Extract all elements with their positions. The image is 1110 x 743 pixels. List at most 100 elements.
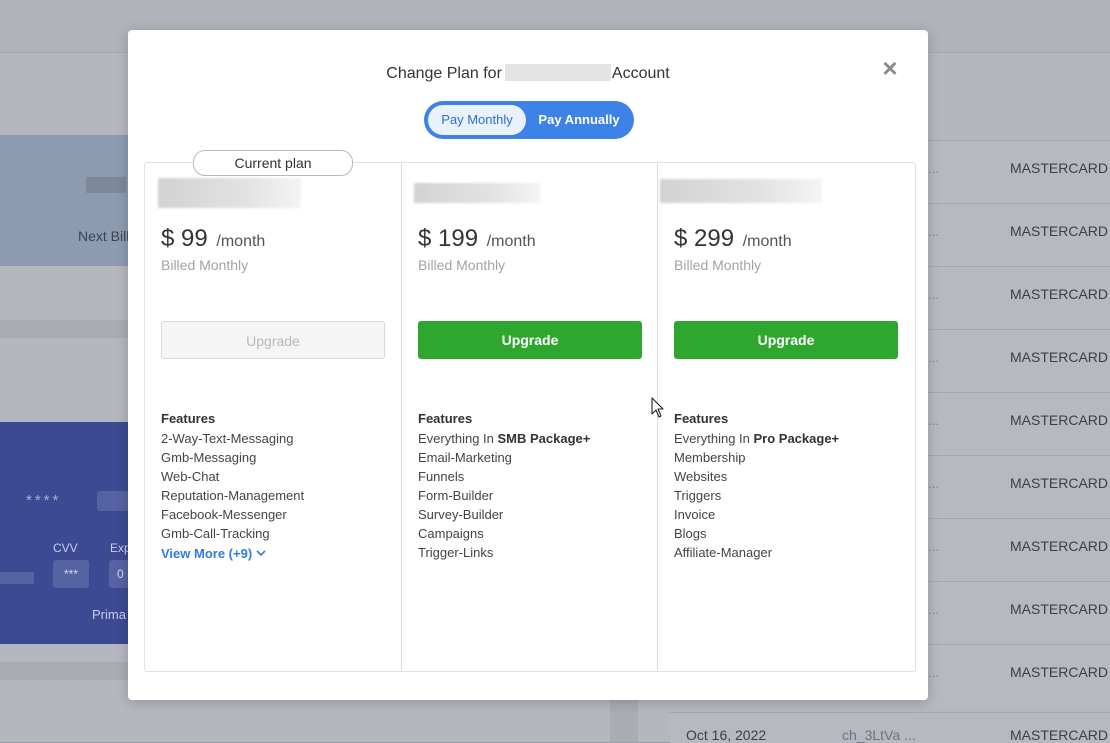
features-heading: Features [161, 411, 216, 426]
redacted-plan-name [414, 183, 540, 203]
card-number-mask: **** [26, 492, 62, 509]
upgrade-button-disabled: Upgrade [161, 321, 385, 359]
feature-item: Membership [674, 450, 746, 465]
billing-note: Billed Monthly [418, 257, 506, 273]
table-row: ... MASTERCARD • [928, 392, 1110, 455]
features-list: Features Everything In Pro Package+ Memb… [674, 409, 839, 562]
modal-title-suffix: Account [611, 65, 670, 82]
background-divider [0, 320, 140, 338]
row-payment-method: MASTERCARD • [1010, 475, 1110, 491]
current-plan-badge: Current plan [193, 150, 353, 176]
row-ellipsis: ... [928, 350, 939, 365]
plan-card-2: $ 199 /month Billed Monthly Upgrade Feat… [401, 163, 658, 671]
plan-card-3: $ 299 /month Billed Monthly Upgrade Feat… [657, 163, 916, 671]
table-row: ... MASTERCARD • [928, 203, 1110, 266]
feature-item: Email-Marketing [418, 450, 512, 465]
plan-price: $ 99 /month [161, 225, 265, 253]
card-field [0, 572, 34, 584]
row-payment-method: MASTERCARD • [1010, 223, 1110, 239]
row-payment-method: MASTERCARD • [1010, 412, 1110, 428]
features-heading: Features [418, 411, 473, 426]
background-transactions-table: ... MASTERCARD • ... MASTERCARD • ... MASTE… [928, 140, 1110, 742]
feature-item: Form-Builder [418, 488, 494, 503]
plan-price: $ 299 /month [674, 225, 792, 253]
row-payment-method: MASTERCARD • [1010, 601, 1110, 617]
billing-note: Billed Monthly [161, 257, 249, 273]
table-row: ... MASTERCARD • [928, 644, 1110, 707]
features-list: Features 2-Way-Text-Messaging Gmb-Messag… [161, 409, 304, 563]
row-payment-method: MASTERCARD • [1010, 160, 1110, 176]
chevron-down-icon [256, 550, 266, 557]
row-ellipsis: ... [928, 539, 939, 554]
pay-annually-option[interactable]: Pay Annually [532, 105, 626, 135]
feature-item: Campaigns [418, 526, 484, 541]
background-subscription-card: Next Bill [0, 135, 140, 266]
table-row: ... MASTERCARD • [928, 140, 1110, 203]
table-row: ... MASTERCARD • [928, 518, 1110, 581]
feature-item: 2-Way-Text-Messaging [161, 431, 294, 446]
cvv-label: CVV [53, 541, 78, 555]
close-icon[interactable]: × [878, 55, 902, 81]
row-charge-id: ch_3LtVa ... [842, 727, 916, 743]
feature-intro-prefix: Everything In [418, 431, 494, 446]
redacted-plan-name [158, 178, 301, 208]
change-plan-modal: Change Plan for Account × Pay Monthly Pay… [128, 30, 928, 700]
price-period: /month [486, 233, 536, 250]
feature-item: Trigger-Links [418, 545, 494, 560]
feature-item: Facebook-Messenger [161, 507, 287, 522]
modal-title-prefix: Change Plan for [386, 65, 502, 82]
table-row: ... MASTERCARD • [928, 266, 1110, 329]
row-ellipsis: ... [928, 161, 939, 176]
upgrade-button[interactable]: Upgrade [674, 321, 898, 359]
feature-item: Websites [674, 469, 728, 484]
feature-intro: Everything In Pro Package+ [674, 429, 839, 448]
redacted-account-name [504, 64, 611, 81]
row-ellipsis: ... [928, 224, 939, 239]
mouse-cursor-icon [651, 397, 664, 418]
plan-price: $ 199 /month [418, 225, 536, 253]
modal-title: Change Plan for Account [128, 64, 928, 83]
view-more-link[interactable]: View More (+9) [161, 544, 266, 563]
row-ellipsis: ... [928, 413, 939, 428]
feature-item: Reputation-Management [161, 488, 305, 503]
table-row: Oct 16, 2022 ch_3LtVa ... MASTERCARD • [670, 712, 1110, 743]
billing-note: Billed Monthly [674, 257, 762, 273]
background-divider [0, 662, 140, 680]
feature-item: Blogs [674, 526, 707, 541]
feature-item: Gmb-Messaging [161, 450, 257, 465]
feature-item: Survey-Builder [418, 507, 504, 522]
table-row: ... MASTERCARD • [928, 329, 1110, 392]
price-period: /month [742, 233, 792, 250]
feature-item: Gmb-Call-Tracking [161, 526, 270, 541]
feature-intro: Everything In SMB Package+ [418, 429, 590, 448]
plan-card-1: Current plan $ 99 /month Billed Monthly … [145, 150, 401, 671]
row-ellipsis: ... [928, 602, 939, 617]
row-ellipsis: ... [928, 287, 939, 302]
price-amount: $ 299 [674, 225, 735, 252]
redacted-block [86, 177, 126, 193]
view-more-label: View More (+9) [161, 546, 253, 561]
plans-grid: Current plan $ 99 /month Billed Monthly … [144, 150, 916, 672]
features-list: Features Everything In SMB Package+ Emai… [418, 409, 590, 562]
table-row: ... MASTERCARD • [928, 581, 1110, 644]
row-ellipsis: ... [928, 665, 939, 680]
features-heading: Features [674, 411, 729, 426]
feature-intro-prefix: Everything In [674, 431, 750, 446]
feature-item: Triggers [674, 488, 722, 503]
cvv-field: *** [53, 560, 89, 588]
row-payment-method: MASTERCARD • [1010, 349, 1110, 365]
upgrade-button[interactable]: Upgrade [418, 321, 642, 359]
row-payment-method: MASTERCARD • [1010, 727, 1110, 743]
row-date: Oct 16, 2022 [686, 727, 767, 743]
row-ellipsis: ... [928, 476, 939, 491]
next-billing-label: Next Bill [78, 228, 130, 244]
background-column [610, 700, 638, 742]
row-payment-method: MASTERCARD • [1010, 538, 1110, 554]
primary-label: Prima [92, 607, 126, 622]
background-payment-card: **** CVV Exp *** 0 Prima [0, 422, 140, 644]
price-amount: $ 99 [161, 225, 208, 252]
price-amount: $ 199 [418, 225, 479, 252]
table-row: ... MASTERCARD • [928, 455, 1110, 518]
price-period: /month [216, 233, 266, 250]
pay-monthly-option[interactable]: Pay Monthly [428, 105, 526, 135]
